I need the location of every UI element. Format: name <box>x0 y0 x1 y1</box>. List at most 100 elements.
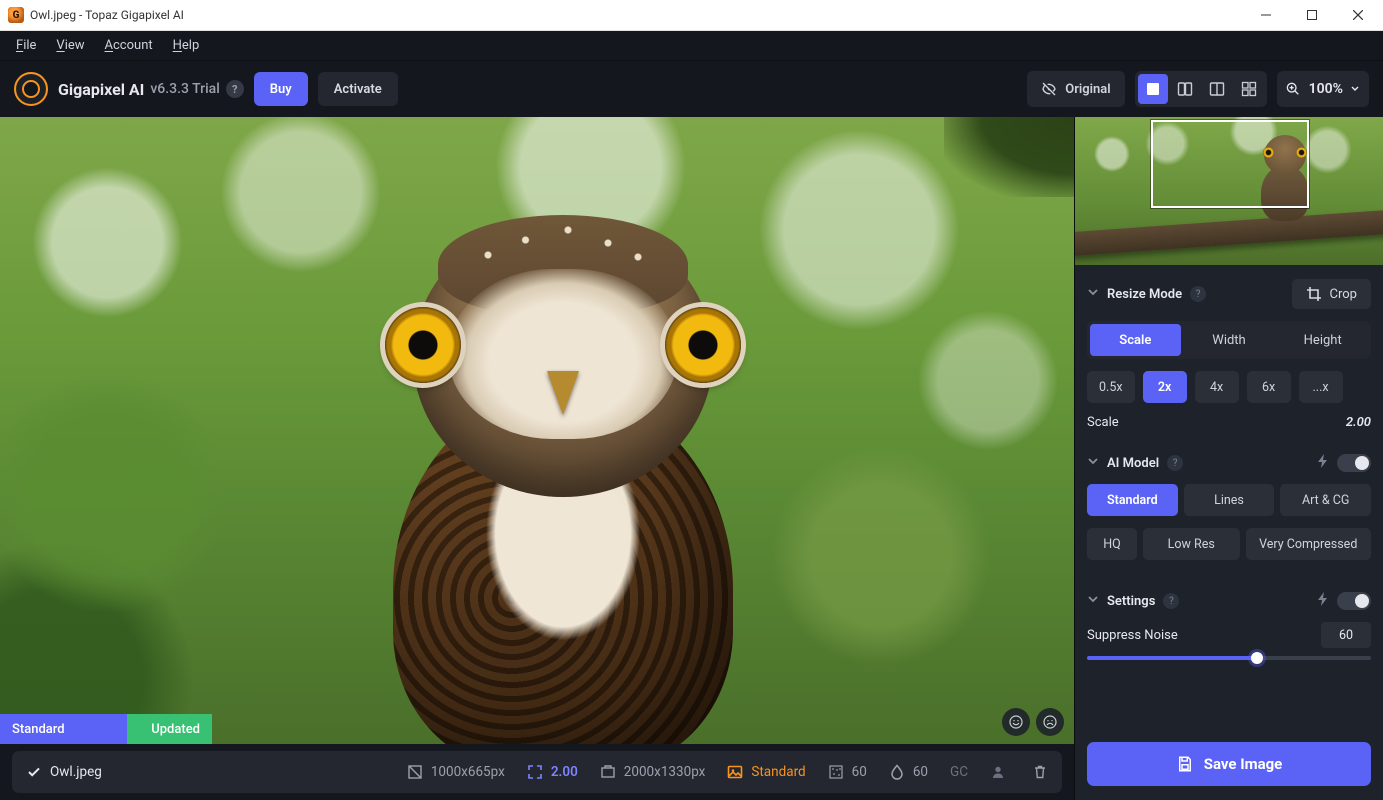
eye-off-icon <box>1041 81 1057 97</box>
face-chip <box>990 764 1006 780</box>
panel-scroll[interactable]: Resize Mode ? Crop Scale Width Height 0.… <box>1075 265 1383 732</box>
tab-scale[interactable]: Scale <box>1090 324 1181 356</box>
ai-model-help-icon[interactable]: ? <box>1167 455 1183 471</box>
view-side-by-side-button[interactable] <box>1202 74 1232 104</box>
status-updated-label: Updated <box>106 722 212 737</box>
model-low-res[interactable]: Low Res <box>1143 528 1240 560</box>
top-toolbar: Gigapixel AI v6.3.3 Trial ? Buy Activate… <box>0 61 1383 117</box>
menu-account[interactable]: Account <box>95 34 163 57</box>
section-resize-mode: Resize Mode ? Crop Scale Width Height 0.… <box>1087 265 1371 440</box>
scale-2x[interactable]: 2x <box>1143 371 1187 403</box>
side-panel: Resize Mode ? Crop Scale Width Height 0.… <box>1074 117 1383 800</box>
ai-model-auto-toggle[interactable] <box>1337 454 1371 472</box>
status-model-label: Standard <box>0 722 106 737</box>
menu-view[interactable]: View <box>46 34 94 57</box>
window-minimize-button[interactable] <box>1243 0 1289 31</box>
scale-presets: 0.5x 2x 4x 6x ...x <box>1087 371 1371 403</box>
model-chip: Standard <box>727 764 805 780</box>
settings-auto-toggle[interactable] <box>1337 592 1371 610</box>
brand-label: Gigapixel AI v6.3.3 Trial ? <box>58 80 244 99</box>
menu-help[interactable]: Help <box>163 34 210 57</box>
suppress-noise-label: Suppress Noise <box>1087 628 1178 643</box>
feedback-happy-button[interactable] <box>1002 708 1030 736</box>
scale-factor: 2.00 <box>527 764 578 780</box>
section-ai-model: AI Model ? Standard Lines Art & CG HQ Lo… <box>1087 440 1371 578</box>
crop-icon <box>1306 286 1322 302</box>
navigator-preview[interactable] <box>1075 117 1383 265</box>
view-grid-button[interactable] <box>1234 74 1264 104</box>
zoom-value: 100% <box>1309 81 1343 97</box>
resize-mode-title: Resize Mode <box>1107 287 1182 302</box>
blur-icon <box>889 764 905 780</box>
slider-thumb[interactable] <box>1251 652 1263 664</box>
navigator-viewport-rect[interactable] <box>1151 120 1309 208</box>
scale-label: Scale <box>1087 415 1119 430</box>
check-icon <box>26 764 42 780</box>
window-maximize-button[interactable] <box>1289 0 1335 31</box>
app-icon: G <box>8 7 24 23</box>
resize-help-icon[interactable]: ? <box>1190 286 1206 302</box>
source-dimensions: 1000x665px <box>407 764 505 780</box>
chevron-down-icon[interactable] <box>1087 593 1099 609</box>
scale-0-5x[interactable]: 0.5x <box>1087 371 1135 403</box>
menubar: File View Account Help <box>0 31 1383 61</box>
tab-width[interactable]: Width <box>1184 324 1275 356</box>
menu-file[interactable]: File <box>6 34 46 57</box>
scale-value: 2.00 <box>1346 415 1371 430</box>
trial-help-icon[interactable]: ? <box>226 80 244 98</box>
file-info-bar: Owl.jpeg 1000x665px 2.00 2000x1330px <box>0 744 1074 800</box>
activate-button[interactable]: Activate <box>318 72 398 106</box>
file-name: Owl.jpeg <box>50 764 102 780</box>
chevron-down-icon[interactable] <box>1087 455 1099 471</box>
settings-title: Settings <box>1107 594 1155 609</box>
chevron-down-icon[interactable] <box>1087 286 1099 302</box>
scale-readout: Scale 2.00 <box>1087 415 1371 430</box>
zoom-in-icon <box>1285 81 1301 97</box>
save-image-button[interactable]: Save Image <box>1087 742 1371 786</box>
view-split-vertical-button[interactable] <box>1170 74 1200 104</box>
model-art-cg[interactable]: Art & CG <box>1280 484 1371 516</box>
ai-model-row1: Standard Lines Art & CG <box>1087 484 1371 516</box>
tab-height[interactable]: Height <box>1277 324 1368 356</box>
resize-mode-tabs: Scale Width Height <box>1087 321 1371 359</box>
model-very-compressed[interactable]: Very Compressed <box>1246 528 1372 560</box>
main-area: Standard Updated Owl.jpeg <box>0 117 1383 800</box>
crop-button[interactable]: Crop <box>1292 279 1371 309</box>
save-icon <box>1176 755 1194 773</box>
auto-bolt-icon <box>1317 454 1329 472</box>
suppress-noise-slider[interactable] <box>1087 656 1371 660</box>
feedback-sad-button[interactable] <box>1036 708 1064 736</box>
preview-status-strip: Standard Updated <box>0 714 212 744</box>
dimensions-icon <box>407 764 423 780</box>
brand-logo-icon <box>14 72 48 106</box>
model-lines[interactable]: Lines <box>1184 484 1275 516</box>
window-titlebar: G Owl.jpeg - Topaz Gigapixel AI <box>0 0 1383 31</box>
scale-4x[interactable]: 4x <box>1195 371 1239 403</box>
scale-6x[interactable]: 6x <box>1247 371 1291 403</box>
image-viewport[interactable]: Standard Updated <box>0 117 1074 744</box>
preview-image <box>0 117 1074 744</box>
scale-custom[interactable]: ...x <box>1299 371 1343 403</box>
model-hq[interactable]: HQ <box>1087 528 1137 560</box>
viewport-column: Standard Updated Owl.jpeg <box>0 117 1074 800</box>
view-single-button[interactable] <box>1138 74 1168 104</box>
delete-button[interactable] <box>1032 764 1048 780</box>
suppress-noise-value[interactable]: 60 <box>1321 622 1371 648</box>
blur-chip: 60 <box>889 764 928 780</box>
output-dimensions: 2000x1330px <box>600 764 706 780</box>
noise-chip: 60 <box>828 764 867 780</box>
gc-chip: GC <box>950 764 968 780</box>
window-close-button[interactable] <box>1335 0 1381 31</box>
trash-icon <box>1032 764 1048 780</box>
original-toggle-button[interactable]: Original <box>1027 71 1124 107</box>
output-icon <box>600 764 616 780</box>
feedback-icons <box>1002 708 1064 736</box>
ai-model-row2: HQ Low Res Very Compressed <box>1087 528 1371 560</box>
file-selected-check: Owl.jpeg <box>26 764 102 780</box>
buy-button[interactable]: Buy <box>254 72 308 106</box>
zoom-dropdown[interactable]: 100% <box>1277 71 1369 107</box>
settings-help-icon[interactable]: ? <box>1163 593 1179 609</box>
model-standard[interactable]: Standard <box>1087 484 1178 516</box>
person-icon <box>990 764 1006 780</box>
file-card[interactable]: Owl.jpeg 1000x665px 2.00 2000x1330px <box>12 751 1062 793</box>
